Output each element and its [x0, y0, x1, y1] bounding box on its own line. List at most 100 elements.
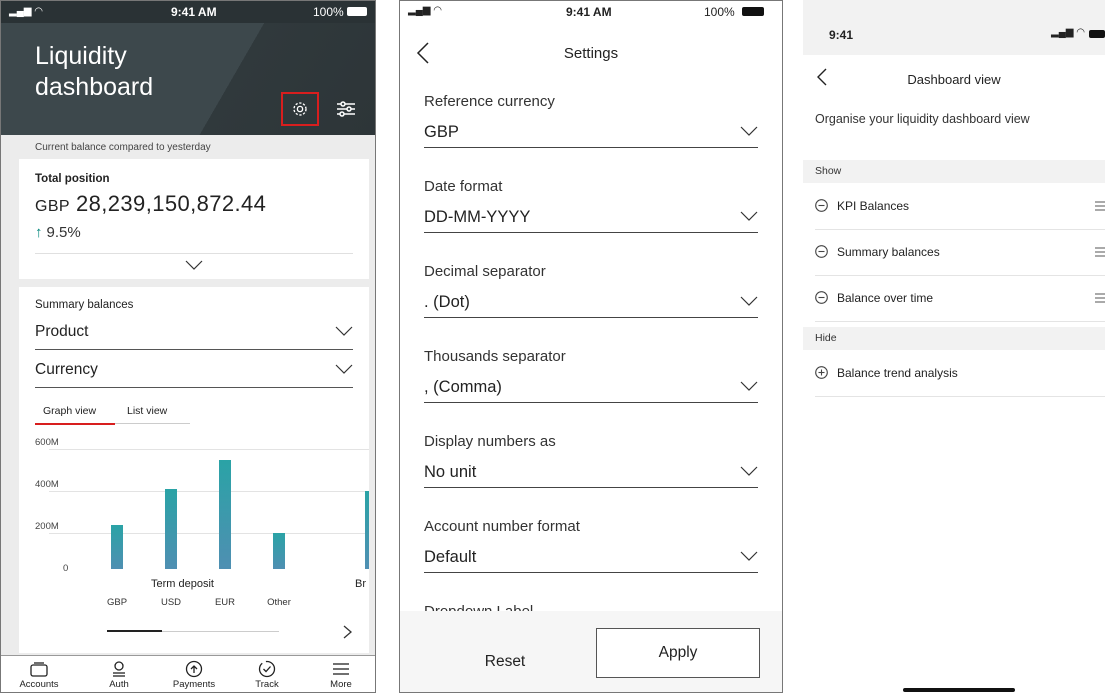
nav-payments[interactable]: Payments: [166, 659, 222, 690]
apply-button[interactable]: Apply: [596, 628, 760, 678]
summary-balances-card: Summary balances Product Currency Graph …: [19, 287, 369, 653]
hide-section-header: Hide: [803, 327, 1105, 350]
settings-field: Thousands separator , (Comma): [424, 348, 758, 403]
status-bar: ▂▄▆ ◠ 9:41 AM 100%: [1, 1, 375, 23]
total-position-value: GBP 28,239,150,872.44: [35, 191, 266, 217]
total-position-label: Total position: [35, 173, 110, 185]
arrow-up-icon: ↑: [35, 224, 43, 241]
settings-field: Date format DD-MM-YYYY: [424, 178, 758, 233]
chevron-down-icon: [740, 466, 758, 476]
field-dropdown[interactable]: GBP: [424, 123, 758, 148]
accounts-icon: [30, 662, 48, 677]
field-value: GBP: [424, 123, 459, 141]
tab-graph-view[interactable]: Graph view: [43, 405, 96, 417]
battery-percent: 100%: [313, 5, 344, 19]
summary-balances-label: Summary balances: [35, 299, 134, 311]
status-time: 9:41 AM: [171, 5, 217, 19]
settings-field: Decimal separator . (Dot): [424, 263, 758, 318]
gear-icon: [293, 102, 307, 116]
add-circle-icon[interactable]: [815, 366, 828, 379]
remove-circle-icon[interactable]: [815, 245, 828, 258]
bar-next-group[interactable]: [365, 491, 369, 569]
currency-code: GBP: [35, 198, 70, 215]
x-tick-label: Other: [267, 597, 291, 608]
show-list-item[interactable]: Balance over time: [815, 275, 1105, 322]
page-title: Dashboard view: [907, 72, 1001, 87]
drag-handle-icon[interactable]: [1095, 247, 1105, 257]
status-time: 9:41: [829, 28, 854, 42]
nav-auth[interactable]: Auth: [91, 659, 147, 690]
reset-button[interactable]: Reset: [440, 638, 570, 686]
hide-list-item[interactable]: Balance trend analysis: [815, 350, 1105, 397]
chevron-right-icon[interactable]: [343, 625, 353, 639]
remove-circle-icon[interactable]: [815, 199, 828, 212]
gridline: [49, 449, 369, 450]
product-select[interactable]: Product: [35, 323, 353, 350]
nav-accounts[interactable]: Accounts: [11, 659, 67, 690]
battery-icon: [347, 7, 367, 16]
y-tick-label: 200M: [35, 521, 59, 532]
group-label: Term deposit: [151, 578, 214, 590]
settings-field: Account number format Default: [424, 518, 758, 573]
settings-field: Display numbers as No unit: [424, 433, 758, 488]
balance-amount: 28,239,150,872.44: [76, 191, 267, 216]
bottom-navigation: Accounts Auth Payments Track More: [1, 655, 375, 692]
remove-circle-icon[interactable]: [815, 291, 828, 304]
title-line-2: dashboard: [35, 73, 154, 101]
field-label: Thousands separator: [424, 348, 566, 365]
drag-handle-icon[interactable]: [1095, 201, 1105, 211]
chevron-down-icon: [335, 326, 353, 336]
nav-more[interactable]: More: [313, 659, 369, 690]
field-value: Default: [424, 548, 477, 566]
next-group-label: Br: [355, 578, 366, 590]
chevron-down-icon[interactable]: [185, 260, 203, 270]
field-value: , (Comma): [424, 378, 502, 396]
chevron-down-icon: [740, 211, 758, 221]
bar-usd[interactable]: [165, 489, 177, 569]
filter-icon[interactable]: [334, 97, 358, 121]
view-tabs: Graph view List view: [35, 405, 190, 425]
item-label: Summary balances: [837, 245, 940, 259]
field-dropdown[interactable]: DD-MM-YYYY: [424, 208, 758, 233]
home-indicator: [903, 688, 1015, 692]
show-list-item[interactable]: Summary balances: [815, 229, 1105, 276]
nav-label: More: [330, 679, 352, 690]
nav-track[interactable]: Track: [239, 659, 295, 690]
dashboard-view-screen: 9:41 ▂▄▆ ◠ Dashboard view Organise your …: [803, 0, 1105, 693]
settings-screen: ▂▄▆ ◠ 9:41 AM 100% Settings Reference cu…: [399, 0, 783, 693]
field-dropdown[interactable]: , (Comma): [424, 378, 758, 403]
bar-eur[interactable]: [219, 459, 231, 569]
y-tick-label: 600M: [35, 437, 59, 448]
show-list-item[interactable]: KPI Balances: [815, 183, 1105, 230]
settings-button[interactable]: [281, 92, 319, 126]
field-dropdown[interactable]: . (Dot): [424, 293, 758, 318]
field-label: Date format: [424, 178, 503, 195]
page-subtitle: Organise your liquidity dashboard view: [815, 112, 1030, 126]
nav-label: Accounts: [19, 679, 59, 690]
settings-field: Reference currency GBP: [424, 93, 758, 148]
bar-gbp[interactable]: [111, 524, 123, 569]
nav-label: Track: [255, 679, 279, 690]
currency-select[interactable]: Currency: [35, 361, 353, 388]
tab-list-view[interactable]: List view: [127, 405, 167, 417]
comparison-text: Current balance compared to yesterday: [35, 142, 211, 153]
gridline: [49, 491, 369, 492]
item-label: Balance trend analysis: [837, 366, 958, 380]
status-bar: ▂▄▆ ◠ 9:41 AM 100%: [400, 1, 782, 21]
drag-handle-icon[interactable]: [1095, 293, 1105, 303]
field-dropdown[interactable]: Default: [424, 548, 758, 573]
nav-label: Payments: [172, 679, 216, 690]
field-value: . (Dot): [424, 293, 470, 311]
gridline: [49, 533, 369, 534]
chart-scroll-thumb[interactable]: [107, 630, 162, 632]
field-value: No unit: [424, 463, 477, 481]
field-label: Account number format: [424, 518, 580, 535]
battery-icon: [742, 7, 764, 16]
bar-other[interactable]: [273, 533, 285, 569]
x-tick-label: EUR: [214, 597, 236, 608]
currency-select-value: Currency: [35, 361, 98, 378]
menu-icon: [333, 663, 349, 675]
field-dropdown[interactable]: No unit: [424, 463, 758, 488]
battery-icon: [1089, 30, 1105, 38]
summary-balances-chart: 600M 400M 200M 0 GBP USD EUR Other Term deposit B…: [19, 427, 369, 627]
